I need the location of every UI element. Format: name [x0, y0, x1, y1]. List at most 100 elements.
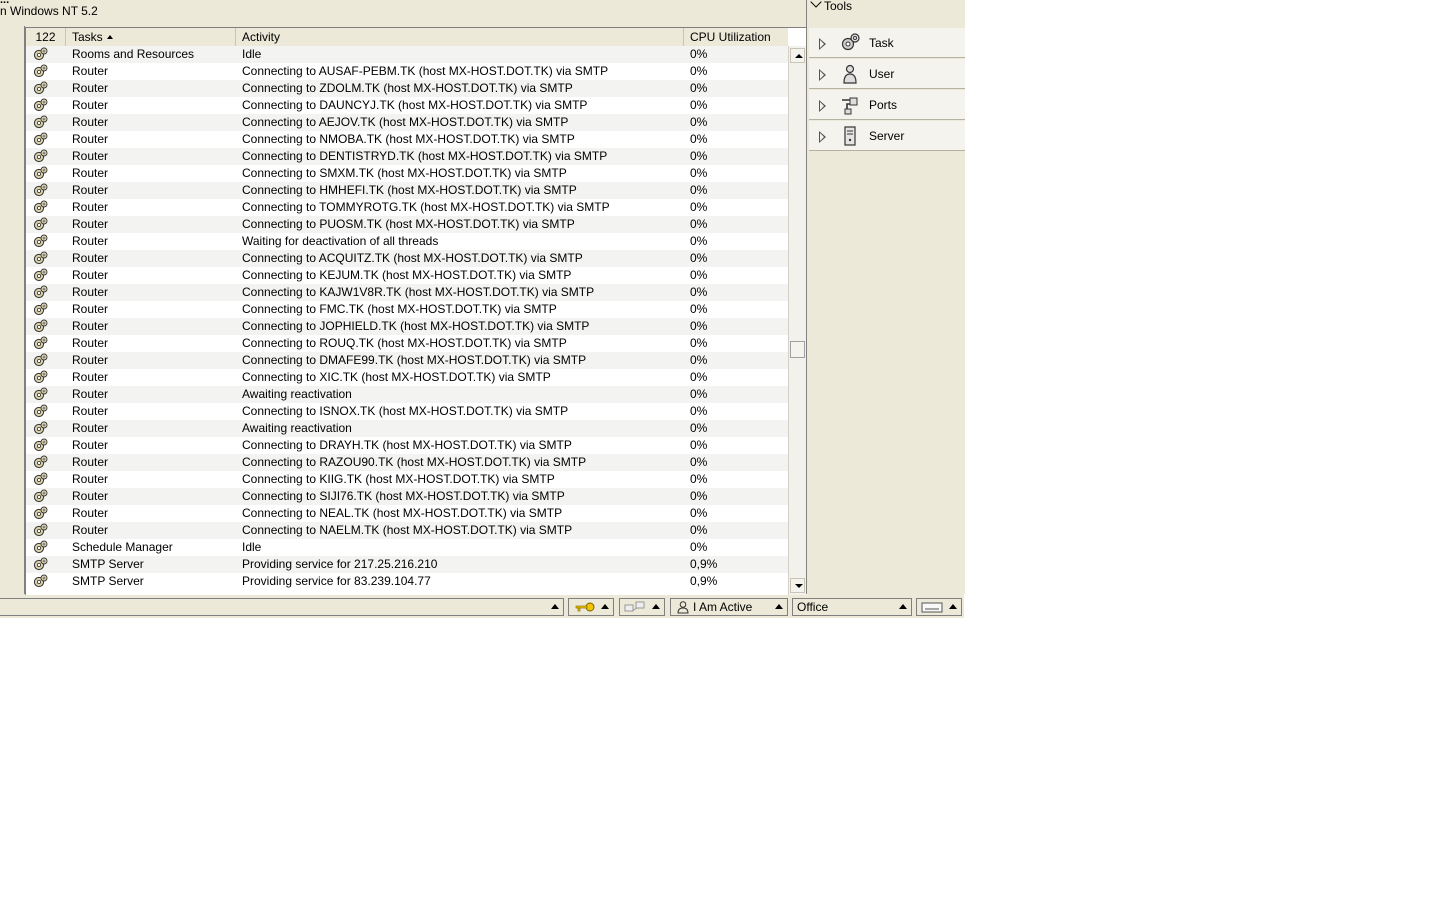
status-network-section[interactable]	[619, 598, 665, 616]
table-row[interactable]: Router Connecting to KIIG.TK (host MX-HOS…	[26, 471, 788, 488]
person-icon	[677, 601, 689, 614]
cpu-cell: 0%	[690, 404, 708, 418]
table-row[interactable]: Schedule Manager Idle 0%	[26, 539, 788, 556]
gears-icon	[841, 33, 860, 51]
cpu-cell: 0%	[690, 200, 708, 214]
cpu-cell: 0%	[690, 81, 708, 95]
task-cell: Router	[72, 81, 109, 95]
cpu-cell: 0%	[690, 540, 708, 554]
left-navigator-edge[interactable]	[0, 26, 25, 594]
cpu-cell: 0%	[690, 421, 708, 435]
table-row[interactable]: Router Connecting to DENTISTRYD.TK (host …	[26, 148, 788, 165]
table-row[interactable]: Router Awaiting reactivation 0%	[26, 420, 788, 437]
table-row[interactable]: SMTP Server Providing service for 217.25.…	[26, 556, 788, 573]
task-cell: Router	[72, 132, 109, 146]
table-row[interactable]: Router Connecting to SMXM.TK (host MX-HOS…	[26, 165, 788, 182]
table-row[interactable]: Router Connecting to TOMMYROTG.TK (host M…	[26, 199, 788, 216]
task-gears-icon	[33, 115, 48, 129]
status-place-section[interactable]: Office	[792, 598, 912, 616]
table-row[interactable]: Router Connecting to DMAFE99.TK (host MX-…	[26, 352, 788, 369]
user-icon	[843, 64, 857, 84]
table-row[interactable]: Router Connecting to RAZOU90.TK (host MX-…	[26, 454, 788, 471]
task-gears-icon	[33, 64, 48, 78]
activity-cell: Waiting for deactivation of all threads	[242, 234, 439, 248]
tasks-column-header[interactable]: Tasks	[66, 28, 236, 46]
task-gears-icon	[33, 557, 48, 571]
table-row[interactable]: Router Connecting to DRAYH.TK (host MX-HO…	[26, 437, 788, 454]
scroll-down-button[interactable]	[790, 578, 805, 593]
task-cell: Router	[72, 523, 109, 537]
tool-item-task[interactable]: Task	[809, 28, 965, 58]
status-main-section[interactable]	[0, 598, 564, 616]
expand-arrow-icon	[819, 69, 826, 81]
table-row[interactable]: Router Connecting to KAJW1V8R.TK (host MX…	[26, 284, 788, 301]
scroll-thumb[interactable]	[790, 341, 805, 358]
table-row[interactable]: Rooms and Resources Idle 0%	[26, 46, 788, 63]
table-row[interactable]: Router Connecting to ISNOX.TK (host MX-HO…	[26, 403, 788, 420]
os-version-text: n Windows NT 5.2	[0, 4, 98, 18]
table-row[interactable]: Router Waiting for deactivation of all th…	[26, 233, 788, 250]
task-cell: Router	[72, 370, 109, 384]
status-keyboard-section[interactable]	[916, 598, 962, 616]
table-row[interactable]: Router Connecting to ACQUITZ.TK (host MX-…	[26, 250, 788, 267]
table-row[interactable]: Router Connecting to NEAL.TK (host MX-HOS…	[26, 505, 788, 522]
table-row[interactable]: Router Connecting to DAUNCYJ.TK (host MX-…	[26, 97, 788, 114]
table-row[interactable]: Router Connecting to HMHEFI.TK (host MX-H…	[26, 182, 788, 199]
table-row[interactable]: Router Connecting to ZDOLM.TK (host MX-HO…	[26, 80, 788, 97]
table-row[interactable]: Router Connecting to XIC.TK (host MX-HOST…	[26, 369, 788, 386]
task-gears-icon	[33, 285, 48, 299]
expand-arrow-icon	[819, 131, 826, 143]
activity-cell: Connecting to JOPHIELD.TK (host MX-HOST.…	[242, 319, 590, 333]
table-row[interactable]: Router Connecting to PUOSM.TK (host MX-HO…	[26, 216, 788, 233]
task-gears-icon	[33, 234, 48, 248]
table-row[interactable]: Router Connecting to FMC.TK (host MX-HOST…	[26, 301, 788, 318]
activity-cell: Providing service for 83.239.104.77	[242, 574, 431, 588]
tool-item-user[interactable]: User	[809, 59, 965, 89]
task-gears-icon	[33, 183, 48, 197]
task-gears-icon	[33, 370, 48, 384]
chevron-up-icon	[551, 604, 559, 609]
table-row[interactable]: Router Connecting to KEJUM.TK (host MX-HO…	[26, 267, 788, 284]
task-gears-icon	[33, 217, 48, 231]
tool-item-ports[interactable]: Ports	[809, 90, 965, 120]
task-cell: Router	[72, 455, 109, 469]
scroll-up-button[interactable]	[790, 48, 805, 63]
task-gears-icon	[33, 81, 48, 95]
status-key-section[interactable]	[568, 598, 614, 616]
cpu-cell: 0%	[690, 234, 708, 248]
task-gears-icon	[33, 540, 48, 554]
table-row[interactable]: Router Connecting to NMOBA.TK (host MX-HO…	[26, 131, 788, 148]
table-row[interactable]: Router Connecting to JOPHIELD.TK (host MX…	[26, 318, 788, 335]
table-row[interactable]: Router Connecting to AUSAF-PEBM.TK (host …	[26, 63, 788, 80]
status-location-label: I Am Active	[693, 600, 753, 614]
vertical-scrollbar[interactable]	[788, 46, 806, 595]
table-row[interactable]: Router Connecting to SIJI76.TK (host MX-H…	[26, 488, 788, 505]
activity-column-header[interactable]: Activity	[236, 28, 684, 46]
table-row[interactable]: Router Connecting to ROUQ.TK (host MX-HOS…	[26, 335, 788, 352]
status-location-section[interactable]: I Am Active	[670, 598, 788, 616]
task-cell: SMTP Server	[72, 557, 144, 571]
task-cell: Router	[72, 489, 109, 503]
task-cell: Router	[72, 438, 109, 452]
activity-cell: Connecting to DAUNCYJ.TK (host MX-HOST.D…	[242, 98, 588, 112]
cpu-cell: 0%	[690, 387, 708, 401]
task-gears-icon	[33, 404, 48, 418]
row-count-header[interactable]: 122	[26, 28, 66, 46]
task-gears-icon	[33, 574, 48, 588]
activity-cell: Connecting to NMOBA.TK (host MX-HOST.DOT…	[242, 132, 575, 146]
task-gears-icon	[33, 47, 48, 61]
activity-cell: Connecting to SIJI76.TK (host MX-HOST.DO…	[242, 489, 565, 503]
tool-item-server[interactable]: Server	[809, 121, 965, 151]
activity-cell: Connecting to AUSAF-PEBM.TK (host MX-HOS…	[242, 64, 609, 78]
cpu-column-header[interactable]: CPU Utilization	[684, 28, 788, 46]
keyboard-icon	[921, 602, 943, 613]
tools-title: Tools	[824, 0, 853, 13]
table-row[interactable]: Router Connecting to NAELM.TK (host MX-HO…	[26, 522, 788, 539]
table-row[interactable]: Router Connecting to AEJOV.TK (host MX-HO…	[26, 114, 788, 131]
tools-header[interactable]: Tools	[809, 0, 852, 14]
activity-cell: Connecting to DENTISTRYD.TK (host MX-HOS…	[242, 149, 608, 163]
table-row[interactable]: Router Awaiting reactivation 0%	[26, 386, 788, 403]
cpu-cell: 0%	[690, 115, 708, 129]
cpu-cell: 0%	[690, 370, 708, 384]
table-row[interactable]: SMTP Server Providing service for 83.239.…	[26, 573, 788, 590]
